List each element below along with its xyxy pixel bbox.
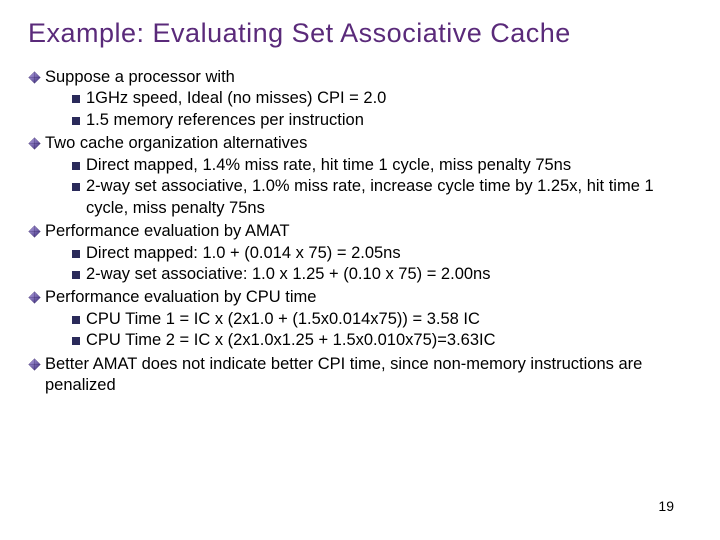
diamond-bullet: [28, 358, 41, 371]
square-bullet: [72, 162, 80, 170]
square-bullet-icon: [72, 95, 80, 103]
bullet-level1: Two cache organization alternatives: [28, 133, 692, 154]
square-bullet-icon: [72, 162, 80, 170]
slide-title: Example: Evaluating Set Associative Cach…: [28, 18, 692, 49]
page-number: 19: [658, 498, 674, 514]
square-bullet-icon: [72, 250, 80, 258]
bullet-level2: Direct mapped, 1.4% miss rate, hit time …: [72, 155, 692, 176]
bullet-text: 1GHz speed, Ideal (no misses) CPI = 2.0: [86, 88, 692, 109]
square-bullet: [72, 183, 80, 191]
diamond-bullet: [28, 225, 41, 238]
square-bullet-icon: [72, 337, 80, 345]
bullet-level2: 2-way set associative: 1.0 x 1.25 + (0.1…: [72, 264, 692, 285]
square-bullet-icon: [72, 117, 80, 125]
bullet-text: CPU Time 1 = IC x (2x1.0 + (1.5x0.014x75…: [86, 309, 692, 330]
square-bullet: [72, 117, 80, 125]
bullet-text: Better AMAT does not indicate better CPI…: [45, 354, 692, 397]
diamond-bullet: [28, 291, 41, 304]
bullet-level2: CPU Time 2 = IC x (2x1.0x1.25 + 1.5x0.01…: [72, 330, 692, 351]
bullet-text: Suppose a processor with: [45, 67, 692, 88]
diamond-bullet-icon: [28, 358, 41, 371]
bullet-level1: Performance evaluation by CPU time: [28, 287, 692, 308]
bullet-text: 2-way set associative, 1.0% miss rate, i…: [86, 176, 692, 219]
square-bullet: [72, 271, 80, 279]
slide: Example: Evaluating Set Associative Cach…: [0, 0, 720, 540]
bullet-level2: 1.5 memory references per instruction: [72, 110, 692, 131]
diamond-bullet-icon: [28, 291, 41, 304]
bullet-text: 2-way set associative: 1.0 x 1.25 + (0.1…: [86, 264, 692, 285]
bullet-text: Direct mapped: 1.0 + (0.014 x 75) = 2.05…: [86, 243, 692, 264]
bullet-text: Two cache organization alternatives: [45, 133, 692, 154]
bullet-text: CPU Time 2 = IC x (2x1.0x1.25 + 1.5x0.01…: [86, 330, 692, 351]
square-bullet-icon: [72, 183, 80, 191]
bullet-level1: Better AMAT does not indicate better CPI…: [28, 354, 692, 397]
bullet-level2: Direct mapped: 1.0 + (0.014 x 75) = 2.05…: [72, 243, 692, 264]
bullet-level2: 1GHz speed, Ideal (no misses) CPI = 2.0: [72, 88, 692, 109]
bullet-level1: Performance evaluation by AMAT: [28, 221, 692, 242]
diamond-bullet-icon: [28, 71, 41, 84]
square-bullet: [72, 95, 80, 103]
bullet-text: Direct mapped, 1.4% miss rate, hit time …: [86, 155, 692, 176]
square-bullet-icon: [72, 316, 80, 324]
bullet-text: Performance evaluation by AMAT: [45, 221, 692, 242]
diamond-bullet: [28, 137, 41, 150]
square-bullet: [72, 316, 80, 324]
diamond-bullet-icon: [28, 225, 41, 238]
diamond-bullet-icon: [28, 137, 41, 150]
bullet-text: Performance evaluation by CPU time: [45, 287, 692, 308]
bullet-level2: 2-way set associative, 1.0% miss rate, i…: [72, 176, 692, 219]
bullet-level1: Suppose a processor with: [28, 67, 692, 88]
square-bullet-icon: [72, 271, 80, 279]
bullet-level2: CPU Time 1 = IC x (2x1.0 + (1.5x0.014x75…: [72, 309, 692, 330]
diamond-bullet: [28, 71, 41, 84]
square-bullet: [72, 250, 80, 258]
bullet-text: 1.5 memory references per instruction: [86, 110, 692, 131]
square-bullet: [72, 337, 80, 345]
slide-content: Suppose a processor with 1GHz speed, Ide…: [28, 67, 692, 397]
